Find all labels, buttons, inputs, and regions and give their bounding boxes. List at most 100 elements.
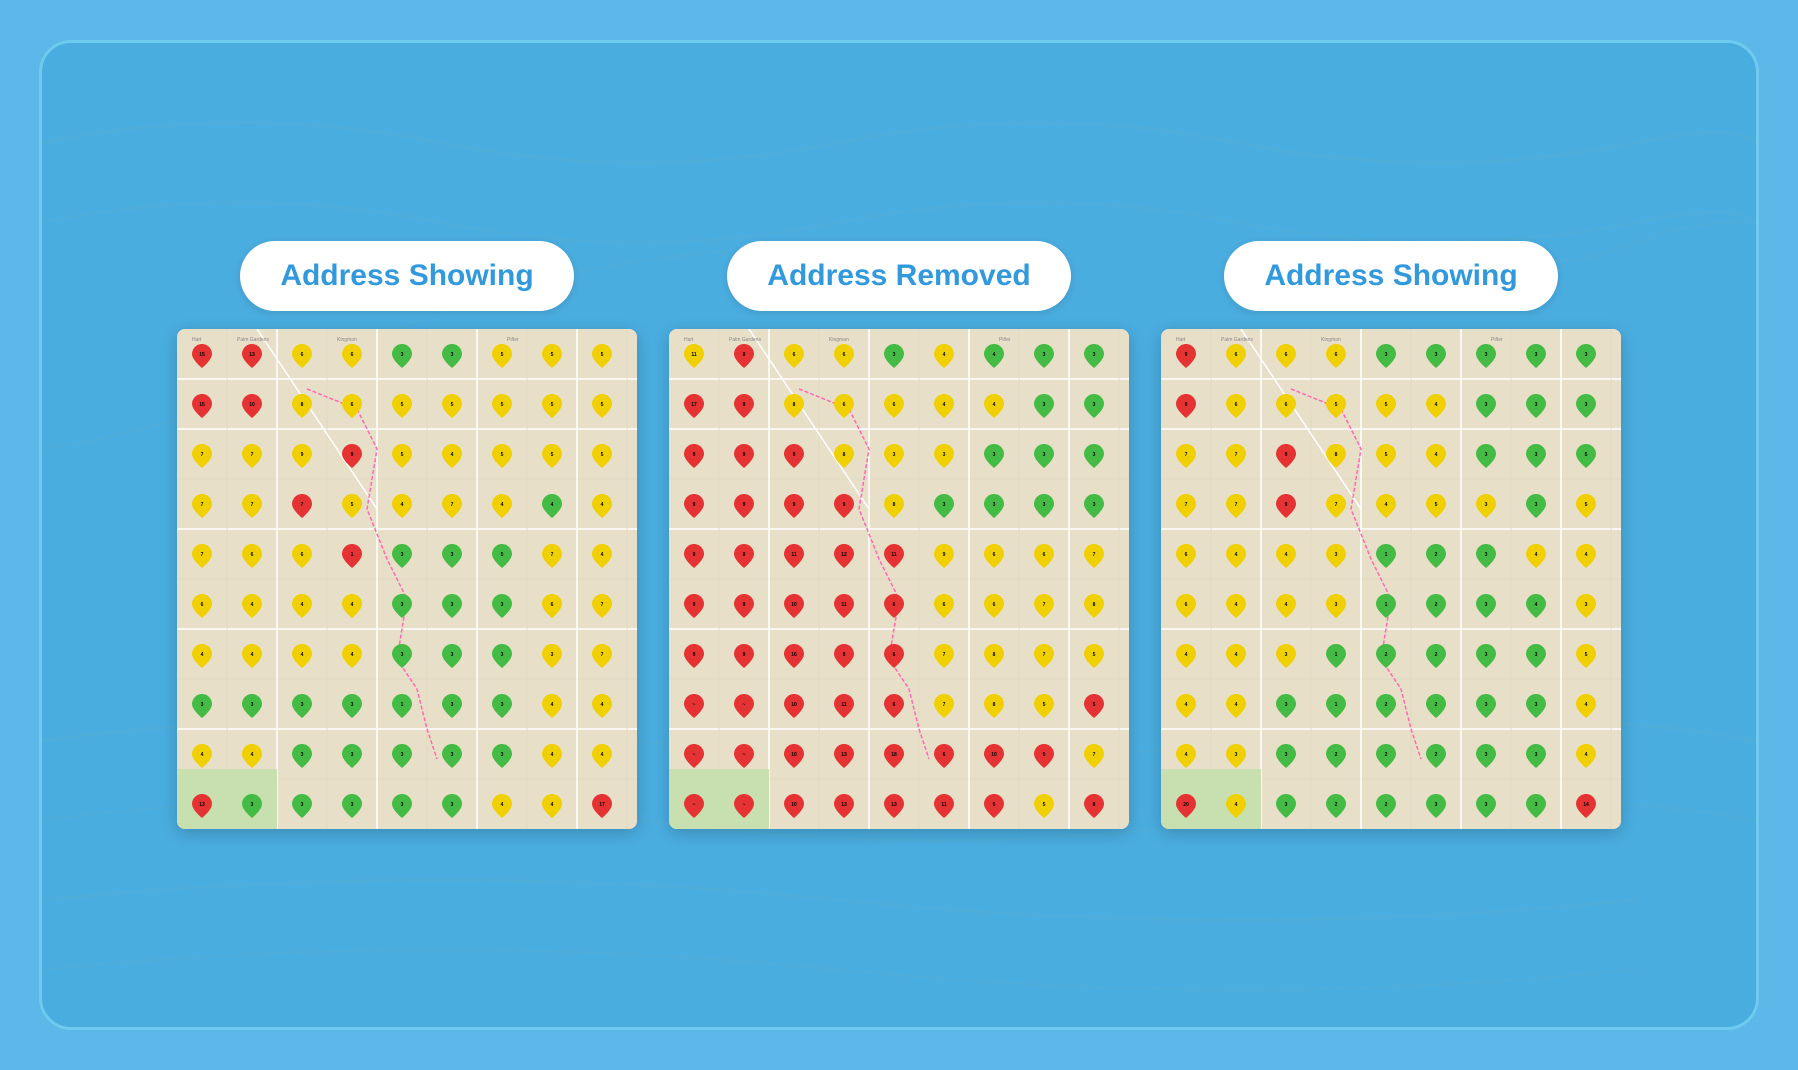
svg-text:Palm Gardens: Palm Gardens xyxy=(237,337,269,343)
svg-text:4: 4 xyxy=(601,752,604,758)
svg-text:8: 8 xyxy=(301,402,304,408)
svg-text:6: 6 xyxy=(843,352,846,358)
svg-text:6: 6 xyxy=(1235,352,1238,358)
map-address-removed: 11 9 6 6 3 4 4 3 3 17 9 8 6 6 4 4 xyxy=(669,329,1129,829)
svg-text:3: 3 xyxy=(1043,502,1046,508)
svg-text:9: 9 xyxy=(843,502,846,508)
svg-text:6: 6 xyxy=(843,402,846,408)
svg-text:3: 3 xyxy=(401,802,404,808)
svg-text:4: 4 xyxy=(201,752,204,758)
svg-text:3: 3 xyxy=(1485,602,1488,608)
svg-text:13: 13 xyxy=(249,352,255,358)
svg-text:2: 2 xyxy=(1385,802,1388,808)
svg-text:3: 3 xyxy=(1485,502,1488,508)
svg-text:7: 7 xyxy=(201,502,204,508)
svg-text:2: 2 xyxy=(1335,802,1338,808)
svg-text:6: 6 xyxy=(1335,352,1338,358)
svg-text:5: 5 xyxy=(1335,402,1338,408)
svg-text:9: 9 xyxy=(743,352,746,358)
svg-text:8: 8 xyxy=(793,402,796,408)
svg-text:2: 2 xyxy=(1435,752,1438,758)
svg-text:4: 4 xyxy=(301,652,304,658)
svg-text:Hart: Hart xyxy=(1176,337,1186,343)
svg-text:7: 7 xyxy=(1185,502,1188,508)
svg-text:2: 2 xyxy=(1435,602,1438,608)
svg-text:10: 10 xyxy=(791,802,797,808)
svg-text:5: 5 xyxy=(601,402,604,408)
svg-text:8: 8 xyxy=(893,502,896,508)
svg-text:17: 17 xyxy=(691,402,697,408)
svg-text:3: 3 xyxy=(1093,402,1096,408)
svg-text:3: 3 xyxy=(351,702,354,708)
svg-text:4: 4 xyxy=(1185,752,1188,758)
svg-text:4: 4 xyxy=(1285,602,1288,608)
svg-text:8: 8 xyxy=(1093,602,1096,608)
svg-text:2: 2 xyxy=(1435,702,1438,708)
svg-text:5: 5 xyxy=(1585,502,1588,508)
svg-text:3: 3 xyxy=(1385,352,1388,358)
svg-text:~: ~ xyxy=(743,752,746,758)
svg-text:Piñer: Piñer xyxy=(507,337,519,343)
svg-text:1: 1 xyxy=(351,552,354,558)
svg-text:6: 6 xyxy=(893,702,896,708)
svg-text:5: 5 xyxy=(1043,802,1046,808)
svg-text:1: 1 xyxy=(1385,602,1388,608)
svg-text:4: 4 xyxy=(601,502,604,508)
svg-text:7: 7 xyxy=(251,452,254,458)
svg-text:3: 3 xyxy=(943,502,946,508)
svg-text:4: 4 xyxy=(1185,702,1188,708)
svg-text:9: 9 xyxy=(743,652,746,658)
svg-text:6: 6 xyxy=(993,602,996,608)
svg-text:11: 11 xyxy=(791,552,797,558)
svg-text:7: 7 xyxy=(1335,502,1338,508)
svg-text:4: 4 xyxy=(551,702,554,708)
svg-text:3: 3 xyxy=(501,652,504,658)
svg-text:6: 6 xyxy=(1043,552,1046,558)
svg-text:15: 15 xyxy=(199,352,205,358)
svg-text:3: 3 xyxy=(1485,402,1488,408)
svg-text:3: 3 xyxy=(301,752,304,758)
svg-text:3: 3 xyxy=(993,502,996,508)
svg-text:3: 3 xyxy=(301,802,304,808)
svg-text:4: 4 xyxy=(1535,552,1538,558)
svg-text:3: 3 xyxy=(1435,802,1438,808)
svg-text:3: 3 xyxy=(1485,752,1488,758)
svg-text:1: 1 xyxy=(1335,652,1338,658)
svg-text:3: 3 xyxy=(401,752,404,758)
svg-text:3: 3 xyxy=(1043,402,1046,408)
svg-text:5: 5 xyxy=(601,452,604,458)
svg-text:9: 9 xyxy=(743,502,746,508)
svg-text:3: 3 xyxy=(351,752,354,758)
svg-text:4: 4 xyxy=(1235,702,1238,708)
svg-text:4: 4 xyxy=(993,402,996,408)
svg-text:1: 1 xyxy=(401,702,404,708)
svg-text:15: 15 xyxy=(199,402,205,408)
svg-text:3: 3 xyxy=(1435,352,1438,358)
svg-text:7: 7 xyxy=(201,452,204,458)
svg-text:3: 3 xyxy=(1535,652,1538,658)
svg-text:10: 10 xyxy=(791,602,797,608)
svg-text:6: 6 xyxy=(1185,602,1188,608)
svg-text:3: 3 xyxy=(1093,352,1096,358)
svg-text:3: 3 xyxy=(451,602,454,608)
svg-text:6: 6 xyxy=(993,552,996,558)
svg-text:5: 5 xyxy=(501,452,504,458)
svg-text:13: 13 xyxy=(199,802,205,808)
label-address-removed: Address Removed xyxy=(727,241,1070,311)
svg-text:4: 4 xyxy=(251,602,254,608)
svg-text:3: 3 xyxy=(1335,552,1338,558)
svg-text:5: 5 xyxy=(401,452,404,458)
svg-text:3: 3 xyxy=(451,552,454,558)
svg-text:9: 9 xyxy=(943,552,946,558)
svg-text:Kingman: Kingman xyxy=(1321,337,1341,343)
svg-text:1: 1 xyxy=(1385,552,1388,558)
svg-text:4: 4 xyxy=(251,752,254,758)
svg-text:4: 4 xyxy=(1235,802,1238,808)
svg-text:4: 4 xyxy=(351,652,354,658)
label-address-showing-right: Address Showing xyxy=(1224,241,1557,311)
panels-container: Address Showing xyxy=(137,201,1661,869)
svg-text:3: 3 xyxy=(401,552,404,558)
svg-text:3: 3 xyxy=(1285,652,1288,658)
svg-text:7: 7 xyxy=(551,552,554,558)
svg-text:17: 17 xyxy=(599,802,605,808)
